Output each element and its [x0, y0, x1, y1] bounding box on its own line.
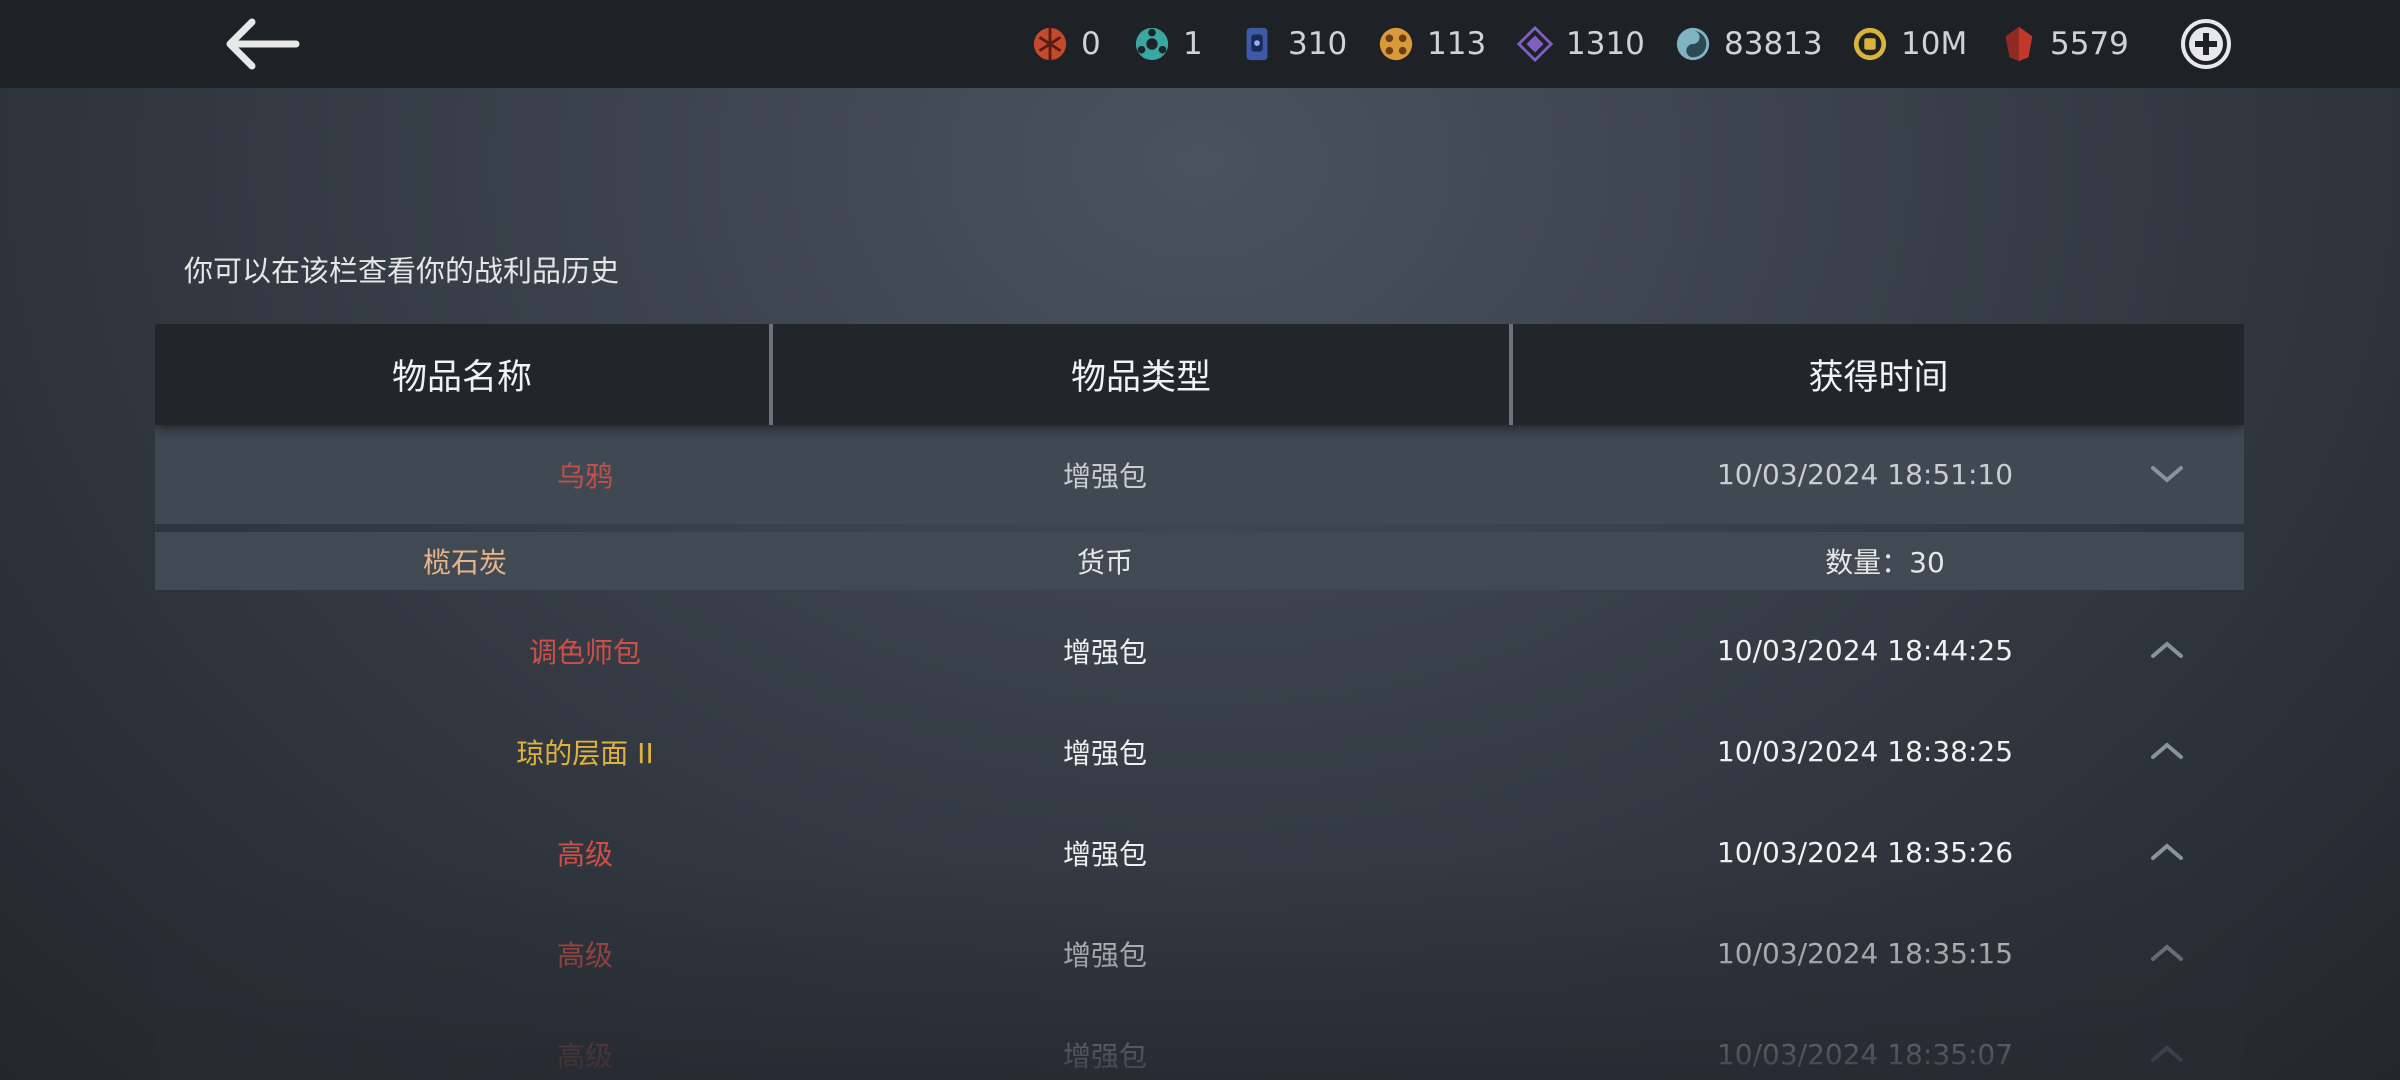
header-item-name: 物品名称: [391, 358, 532, 398]
detail-quantity: 数量：30: [1825, 546, 1945, 579]
item-name: 高级: [556, 1039, 613, 1073]
teal-gear-icon: [1135, 27, 1169, 61]
currency-value: 83813: [1724, 26, 1823, 62]
item-type: 增强包: [1062, 1039, 1147, 1073]
item-name: 高级: [556, 837, 613, 871]
blue-card-icon: [1246, 27, 1268, 61]
table-row[interactable]: 高级 增强包 10/03/2024 18:35:07: [155, 1004, 2244, 1080]
currency-blue-card: 310: [1238, 22, 1347, 66]
table-row[interactable]: 高级 增强包 10/03/2024 18:35:26: [155, 802, 2244, 903]
item-type: 增强包: [1062, 635, 1147, 669]
chevron-up-icon[interactable]: [2147, 1042, 2187, 1066]
chevron-down-icon[interactable]: [2147, 462, 2187, 486]
chevron-up-icon[interactable]: [2147, 739, 2187, 763]
currency-value: 1310: [1566, 26, 1645, 62]
currency-gold-orb: 113: [1377, 22, 1486, 66]
currency-value: 5579: [2050, 26, 2129, 62]
currency-value: 10M: [1901, 26, 1968, 62]
chevron-up-icon[interactable]: [2147, 638, 2187, 662]
table-row[interactable]: 琼的层面 II 增强包 10/03/2024 18:38:25: [155, 701, 2244, 802]
add-plus-icon[interactable]: [2179, 17, 2233, 71]
chevron-up-icon[interactable]: [2147, 840, 2187, 864]
currency-swirl-orb: 83813: [1674, 22, 1823, 66]
item-type: 增强包: [1062, 736, 1147, 770]
currency-value: 1: [1183, 26, 1203, 62]
table-row[interactable]: 调色师包 增强包 10/03/2024 18:44:25: [155, 600, 2244, 701]
header-obtain-time: 获得时间: [1808, 358, 1949, 398]
table-row[interactable]: 乌鸦 增强包 10/03/2024 18:51:10: [155, 425, 2244, 524]
currency-bar: 0 1 310 113 1310 83813 10M 5579: [0, 0, 2400, 88]
detail-row: 榄石炭 货币 数量：30: [155, 532, 2244, 590]
page-subtitle: 你可以在该栏查看你的战利品历史: [184, 254, 620, 288]
chevron-up-icon[interactable]: [2147, 941, 2187, 965]
item-type: 增强包: [1062, 837, 1147, 871]
top-bar: 0 1 310 113 1310 83813 10M 5579: [0, 0, 2400, 88]
item-name: 调色师包: [528, 635, 641, 669]
swirl-orb-icon: [1676, 27, 1710, 61]
gold-coin-icon: [1853, 27, 1887, 61]
red-orb-icon: [1033, 27, 1067, 61]
header-item-type: 物品类型: [1070, 358, 1211, 398]
currency-value: 310: [1288, 26, 1348, 62]
table-header: 物品名称 物品类型 获得时间: [155, 324, 2244, 425]
detail-name: 榄石炭: [422, 546, 507, 579]
currency-teal-gear: 1: [1133, 22, 1203, 66]
item-name: 高级: [556, 938, 613, 972]
purple-diamond-icon: [1516, 25, 1554, 63]
item-type: 增强包: [1062, 938, 1147, 972]
item-time: 10/03/2024 18:35:26: [1716, 836, 2014, 869]
item-time: 10/03/2024 18:35:15: [1716, 937, 2014, 970]
item-time: 10/03/2024 18:35:07: [1716, 1038, 2014, 1071]
item-time: 10/03/2024 18:38:25: [1716, 735, 2014, 768]
item-time: 10/03/2024 18:51:10: [1716, 458, 2014, 491]
item-time: 10/03/2024 18:44:25: [1716, 634, 2014, 667]
item-name: 琼的层面 II: [516, 736, 654, 770]
gold-orb-icon: [1379, 27, 1413, 61]
red-gem-icon: [2005, 26, 2033, 62]
currency-value: 113: [1427, 26, 1487, 62]
detail-type: 货币: [1076, 546, 1133, 579]
item-name: 乌鸦: [556, 459, 613, 493]
currency-red-gem: 5579: [2000, 22, 2129, 66]
currency-value: 0: [1081, 26, 1101, 62]
loot-history-table: 物品名称 物品类型 获得时间 乌鸦 增强包 10/03/2024 18:51:1…: [155, 324, 2244, 1080]
currency-red-orb: 0: [1031, 22, 1101, 66]
item-type: 增强包: [1062, 459, 1147, 493]
currency-gold-coin: 10M: [1851, 22, 1967, 66]
table-row[interactable]: 高级 增强包 10/03/2024 18:35:15: [155, 903, 2244, 1004]
currency-purple-diamond: 1310: [1516, 22, 1645, 66]
